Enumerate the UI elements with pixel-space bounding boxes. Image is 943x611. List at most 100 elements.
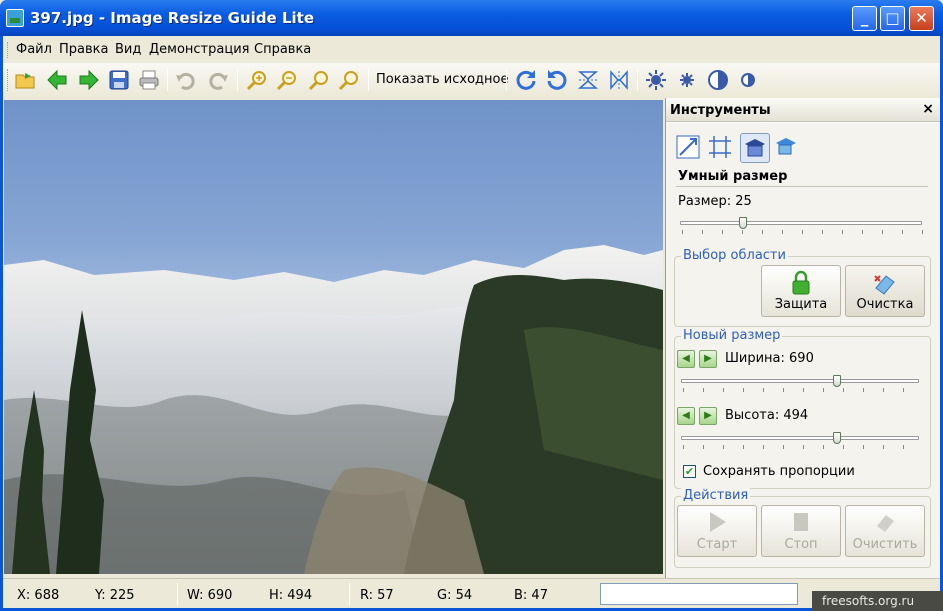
toolbar: Показать исходное xyxy=(3,63,940,97)
rotate-left-icon[interactable] xyxy=(545,68,569,92)
lock-icon xyxy=(792,270,810,295)
stop-label: Стоп xyxy=(784,537,818,552)
panel-close-icon[interactable]: × xyxy=(922,101,934,117)
client-area: Файл Правка Вид Демонстрация Справка Пок… xyxy=(3,36,940,608)
menu-help[interactable]: Справка xyxy=(254,42,311,57)
title-bar[interactable]: 397.jpg - Image Resize Guide Lite _ □ ✕ xyxy=(0,0,943,36)
actions-group: Действия Старт Стоп Очистить xyxy=(674,488,931,568)
watermark: freesofts.org.ru xyxy=(812,591,943,611)
status-red: R: 57 xyxy=(360,588,394,603)
status-blue: B: 47 xyxy=(514,588,548,603)
menu-file[interactable]: Файл xyxy=(16,42,52,57)
resize-tool-icon[interactable] xyxy=(676,135,700,162)
brightness-up-icon[interactable] xyxy=(644,68,668,92)
batch-tool-icon[interactable] xyxy=(774,135,800,162)
contrast-up-icon[interactable] xyxy=(706,68,730,92)
heading-divider xyxy=(676,186,928,187)
status-height: H: 494 xyxy=(269,588,313,603)
menu-bar: Файл Правка Вид Демонстрация Справка xyxy=(3,38,940,62)
show-original-button[interactable]: Показать исходное xyxy=(376,72,508,87)
width-label: Ширина: 690 xyxy=(725,351,814,366)
size-label: Размер: 25 xyxy=(678,194,752,209)
contrast-down-icon[interactable] xyxy=(736,68,760,92)
height-increase-button[interactable]: ▶ xyxy=(699,407,717,425)
zoom-fit-icon[interactable] xyxy=(307,68,331,92)
clear-actions-button[interactable]: Очистить xyxy=(845,505,925,557)
height-slider-thumb[interactable] xyxy=(833,432,842,444)
maximize-button[interactable]: □ xyxy=(880,6,905,31)
tools-panel-header: Инструменты × xyxy=(666,98,940,122)
height-slider[interactable] xyxy=(681,432,921,452)
print-icon[interactable] xyxy=(137,68,161,92)
status-bar: X: 688 Y: 225 W: 690 H: 494 R: 57 G: 54 … xyxy=(3,578,940,608)
status-width: W: 690 xyxy=(187,588,233,603)
stop-icon xyxy=(794,513,808,531)
protect-button[interactable]: Защита xyxy=(761,265,841,317)
toolbar-separator xyxy=(637,69,638,91)
toolbar-separator xyxy=(506,69,507,91)
stop-button[interactable]: Стоп xyxy=(761,505,841,557)
app-window: 397.jpg - Image Resize Guide Lite _ □ ✕ … xyxy=(0,0,943,611)
menu-demo[interactable]: Демонстрация xyxy=(149,42,249,57)
tools-panel-body: Умный размер Размер: 25 Выбор области За… xyxy=(666,123,940,578)
start-button[interactable]: Старт xyxy=(677,505,757,557)
zoom-out-icon[interactable] xyxy=(275,68,299,92)
size-slider-track xyxy=(680,221,922,225)
toolbar-grip xyxy=(7,69,10,91)
clear-actions-label: Очистить xyxy=(852,537,918,552)
keep-proportions-checkbox[interactable]: ✔ xyxy=(683,465,696,478)
height-slider-track xyxy=(681,436,919,440)
width-slider-thumb[interactable] xyxy=(833,375,842,387)
close-button[interactable]: ✕ xyxy=(909,6,934,31)
smart-size-heading: Умный размер xyxy=(678,169,788,184)
zoom-in-icon[interactable] xyxy=(245,68,269,92)
zoom-actual-icon[interactable] xyxy=(337,68,361,92)
status-progress-box xyxy=(600,583,798,605)
flip-horizontal-icon[interactable] xyxy=(607,68,631,92)
menu-view[interactable]: Вид xyxy=(115,42,141,57)
width-slider[interactable] xyxy=(681,375,921,395)
flip-vertical-icon[interactable] xyxy=(576,68,600,92)
eraser-icon xyxy=(877,515,894,532)
redo-icon[interactable] xyxy=(206,68,230,92)
undo-icon[interactable] xyxy=(174,68,198,92)
size-slider[interactable] xyxy=(680,217,924,237)
status-x: X: 688 xyxy=(17,588,60,603)
size-slider-thumb[interactable] xyxy=(739,217,748,229)
menu-edit[interactable]: Правка xyxy=(59,42,108,57)
protect-label: Защита xyxy=(774,297,828,312)
toolbar-separator xyxy=(167,69,168,91)
area-select-title: Выбор области xyxy=(681,248,788,263)
tools-panel-title: Инструменты xyxy=(670,103,771,118)
rotate-right-icon[interactable] xyxy=(514,68,538,92)
app-icon xyxy=(6,9,24,27)
menu-grip xyxy=(7,42,10,58)
play-icon xyxy=(710,512,726,532)
save-icon[interactable] xyxy=(107,68,131,92)
start-label: Старт xyxy=(696,537,738,552)
width-slider-track xyxy=(681,379,919,383)
smart-resize-tool-icon[interactable] xyxy=(740,133,770,163)
keep-proportions-label: Сохранять пропорции xyxy=(703,464,855,479)
back-arrow-icon[interactable] xyxy=(45,68,69,92)
eraser-icon xyxy=(874,275,895,295)
open-icon[interactable] xyxy=(13,68,37,92)
forward-arrow-icon[interactable] xyxy=(77,68,101,92)
height-decrease-button[interactable]: ◀ xyxy=(677,407,695,425)
brightness-down-icon[interactable] xyxy=(675,68,699,92)
tools-panel: Инструменты × Умный размер Размер: 25 Вы… xyxy=(665,98,940,578)
clear-area-button[interactable]: Очистка xyxy=(845,265,925,317)
crop-tool-icon[interactable] xyxy=(708,135,732,162)
toolbar-separator xyxy=(237,69,238,91)
width-decrease-button[interactable]: ◀ xyxy=(677,350,695,368)
area-select-group: Выбор области Защита Очистка xyxy=(674,248,931,327)
width-increase-button[interactable]: ▶ xyxy=(699,350,717,368)
new-size-group: Новый размер ◀ ▶ Ширина: 690 ◀ ▶ Высота:… xyxy=(674,328,931,489)
status-divider xyxy=(177,583,178,605)
height-slider-ticks xyxy=(683,445,921,449)
height-label: Высота: 494 xyxy=(725,408,809,423)
minimize-button[interactable]: _ xyxy=(852,6,877,31)
landscape-photo xyxy=(4,245,663,574)
image-canvas[interactable] xyxy=(4,100,663,574)
new-size-title: Новый размер xyxy=(681,328,783,343)
